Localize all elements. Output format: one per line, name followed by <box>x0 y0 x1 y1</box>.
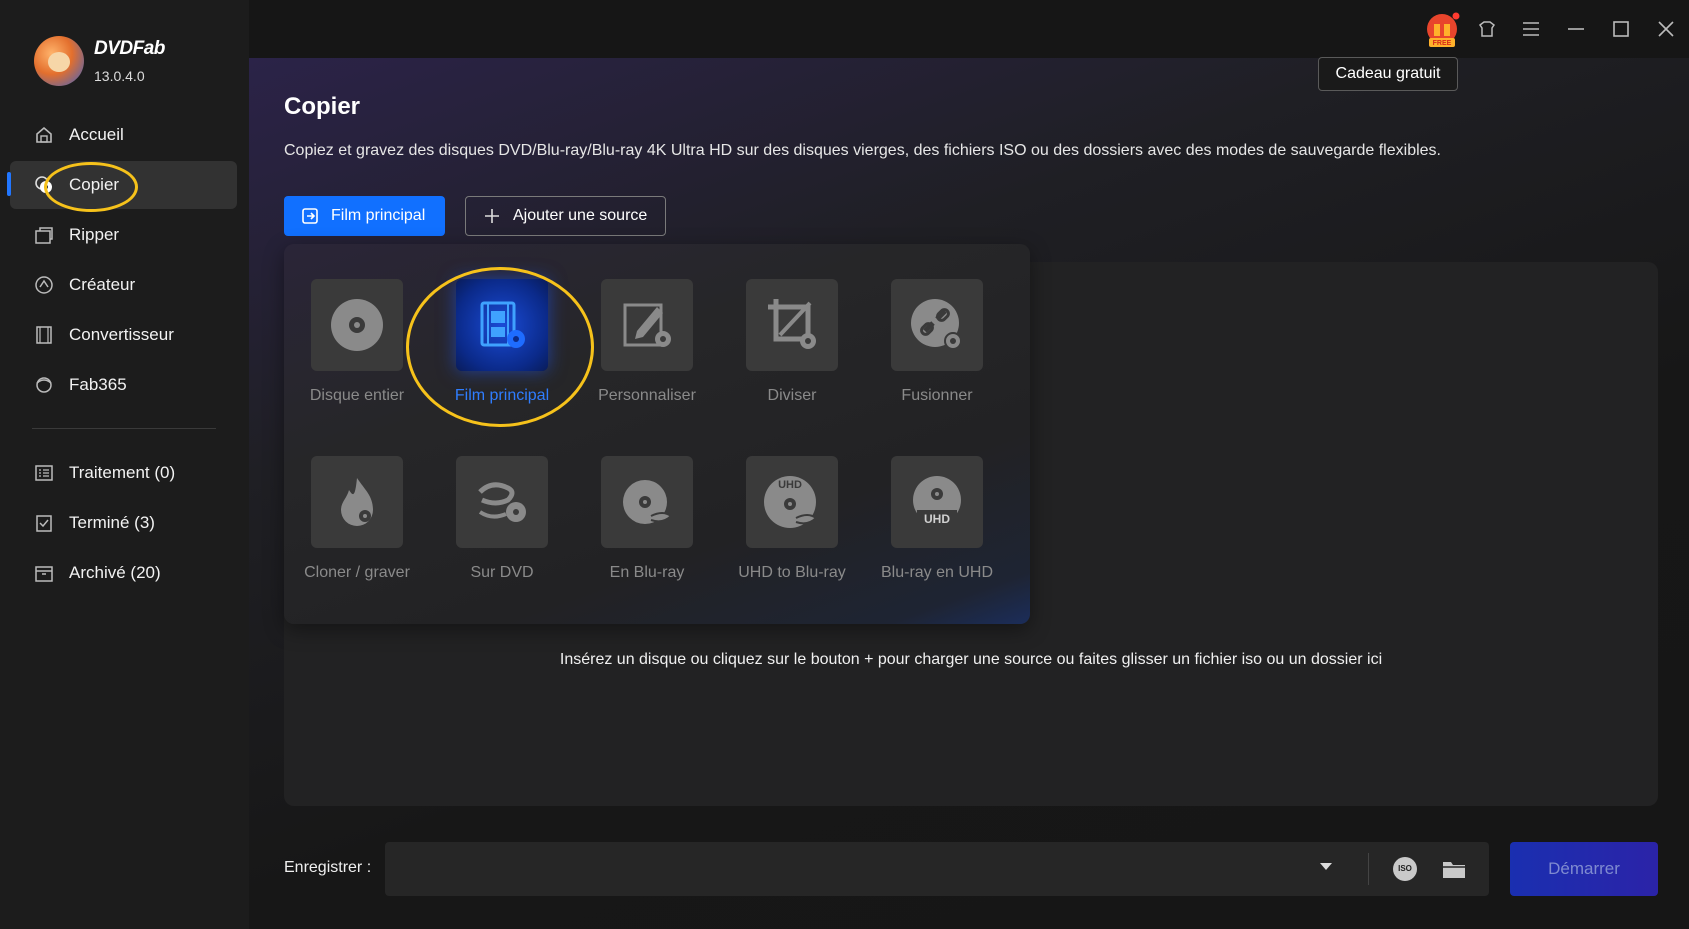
ripper-icon <box>35 227 53 244</box>
copy-mode-label: Film principal <box>331 207 426 224</box>
sidebar-item-label: Ripper <box>69 225 120 244</box>
sidebar-item-label: Convertisseur <box>69 325 174 344</box>
sidebar-item-accueil[interactable]: Accueil <box>0 110 249 160</box>
mode-label-clone-burn: Cloner / graver <box>304 564 410 581</box>
sidebar-item-label: Traitement (0) <box>69 463 176 482</box>
merge-icon <box>911 299 962 350</box>
save-label: Enregistrer : <box>284 859 372 876</box>
sidebar-item-label: Accueil <box>69 125 124 144</box>
split-icon <box>768 299 816 349</box>
mode-switch-icon <box>302 208 318 224</box>
uhd-to-bluray-icon: UHD <box>764 476 818 528</box>
copy-mode-button[interactable]: Film principal <box>284 196 445 236</box>
uhd-badge: UHD <box>778 479 802 491</box>
plus-icon <box>485 209 499 223</box>
page-title: Copier <box>284 93 361 120</box>
archive-icon <box>35 566 53 582</box>
page-description: Copiez et gravez des disques DVD/Blu-ray… <box>284 142 1441 159</box>
home-icon <box>36 126 52 143</box>
clone-burn-icon <box>341 478 373 526</box>
sidebar-item-label: Fab365 <box>69 375 127 394</box>
drop-hint-text: Insérez un disque ou cliquez sur le bout… <box>559 651 1383 668</box>
highlight-ring-copier <box>44 162 138 212</box>
mode-tile-bluray-to-uhd[interactable]: UHD <box>891 456 983 548</box>
sidebar-item-traitement[interactable]: Traitement (0) <box>0 448 249 498</box>
folder-icon[interactable] <box>1442 858 1466 880</box>
dvdfab-mascot-icon <box>34 36 84 86</box>
mode-tile-clone-burn[interactable] <box>311 456 403 548</box>
iso-output-button[interactable]: ISO <box>1393 857 1417 881</box>
app-logo: DVDFab 13.0.4.0 <box>34 36 165 86</box>
uhd-badge: UHD <box>924 512 950 526</box>
main-nav: Accueil Copier Ripper Créateur Convertis… <box>0 110 249 410</box>
mode-label-merge: Fusionner <box>901 387 973 404</box>
minimize-icon[interactable] <box>1565 18 1587 40</box>
gift-tooltip: Cadeau gratuit <box>1318 57 1458 91</box>
highlight-ring-main-movie <box>406 267 594 427</box>
sidebar-item-label: Archivé (20) <box>69 563 161 582</box>
converter-icon <box>36 326 52 344</box>
sidebar-item-createur[interactable]: Créateur <box>0 260 249 310</box>
queue-nav: Traitement (0) Terminé (3) Archivé (20) <box>0 448 249 598</box>
finished-list-icon <box>36 515 52 532</box>
customize-icon <box>623 303 671 347</box>
creator-icon <box>35 276 53 294</box>
processing-list-icon <box>35 465 53 481</box>
active-indicator <box>7 172 11 196</box>
mode-label-uhd-to-bluray: UHD to Blu-ray <box>738 564 846 581</box>
mode-label-split: Diviser <box>767 387 817 404</box>
mode-tile-customize[interactable] <box>601 279 693 371</box>
sidebar-item-archive[interactable]: Archivé (20) <box>0 548 249 598</box>
sidebar-divider <box>32 428 216 429</box>
mode-tile-merge[interactable] <box>891 279 983 371</box>
sidebar-item-label: Créateur <box>69 275 136 294</box>
to-bluray-icon <box>623 480 673 524</box>
mode-tile-full-disc[interactable] <box>311 279 403 371</box>
footer-separator <box>1368 853 1369 885</box>
add-source-label: Ajouter une source <box>513 207 648 224</box>
mode-label-customize: Personnaliser <box>598 387 696 404</box>
mode-tile-to-dvd[interactable] <box>456 456 548 548</box>
title-bar <box>249 0 1689 58</box>
mode-tile-split[interactable] <box>746 279 838 371</box>
sidebar-item-ripper[interactable]: Ripper <box>0 210 249 260</box>
sidebar-item-label: Terminé (3) <box>69 513 155 532</box>
add-source-button[interactable]: Ajouter une source <box>465 196 666 236</box>
gift-icon[interactable]: FREE <box>1423 12 1461 48</box>
mode-label-to-bluray: En Blu-ray <box>609 564 685 581</box>
mode-label-full-disc: Disque entier <box>309 387 405 404</box>
start-button[interactable]: Démarrer <box>1510 842 1658 896</box>
menu-icon[interactable] <box>1520 18 1542 40</box>
sidebar-item-fab365[interactable]: Fab365 <box>0 360 249 410</box>
full-disc-icon <box>331 299 383 351</box>
gift-badge: FREE <box>1433 40 1452 47</box>
bluray-to-uhd-icon: UHD <box>913 476 961 526</box>
mode-tile-to-bluray[interactable] <box>601 456 693 548</box>
fab365-icon <box>36 377 52 393</box>
app-version: 13.0.4.0 <box>94 68 145 84</box>
sidebar-item-convertisseur[interactable]: Convertisseur <box>0 310 249 360</box>
brand-name: DVDFab <box>94 38 165 59</box>
mode-tile-uhd-to-bluray[interactable]: UHD <box>746 456 838 548</box>
sidebar-item-termine[interactable]: Terminé (3) <box>0 498 249 548</box>
maximize-icon[interactable] <box>1610 18 1632 40</box>
mode-label-bluray-to-uhd: Blu-ray en UHD <box>880 564 994 581</box>
sidebar: DVDFab 13.0.4.0 Accueil Copier Ripper Cr… <box>0 0 249 929</box>
mode-label-to-dvd: Sur DVD <box>470 564 534 581</box>
close-icon[interactable] <box>1655 18 1677 40</box>
chevron-down-icon[interactable] <box>1320 863 1332 870</box>
skin-icon[interactable] <box>1476 18 1498 40</box>
to-dvd-icon <box>478 482 526 522</box>
